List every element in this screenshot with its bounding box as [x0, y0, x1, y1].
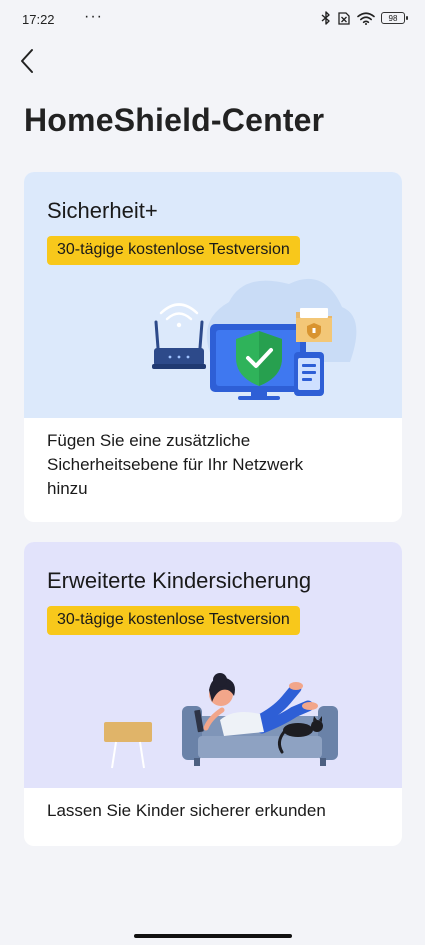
chevron-left-icon [21, 49, 33, 73]
security-plus-title: Sicherheit+ [47, 198, 158, 223]
back-button[interactable] [14, 46, 44, 76]
status-bar: 17:22 ··· 98 [0, 0, 425, 40]
security-plus-banner: Sicherheit+ 30-tägige kostenlose Testver… [24, 172, 402, 418]
locked-folder-icon [296, 308, 332, 342]
page-title: HomeShield-Center [24, 102, 325, 138]
more-notifications-icon: ··· [84, 8, 103, 25]
wifi-icon [357, 11, 375, 25]
battery-icon: 98 [381, 12, 408, 24]
router-icon [152, 303, 206, 369]
no-sim-icon [338, 11, 350, 25]
side-table-icon [104, 722, 152, 769]
trial-badge: 30-tägige kostenlose Testversion [47, 236, 300, 265]
security-plus-description: Fügen Sie eine zusätzliche Sicherheitseb… [47, 431, 304, 498]
status-time: 17:22 [22, 12, 55, 27]
trial-badge: 30-tägige kostenlose Testversion [47, 606, 300, 635]
parental-controls-description: Lassen Sie Kinder sicherer erkunden [47, 801, 326, 820]
bluetooth-icon [321, 11, 330, 25]
home-indicator[interactable] [134, 934, 292, 938]
parental-controls-title: Erweiterte Kindersicherung [47, 568, 312, 593]
parental-controls-banner: Erweiterte Kindersicherung 30-tägige kos… [24, 542, 402, 788]
phone-icon [294, 352, 324, 396]
status-icons: 98 [321, 11, 408, 25]
security-plus-card[interactable]: Sicherheit+ 30-tägige kostenlose Testver… [24, 172, 402, 522]
parental-controls-card[interactable]: Erweiterte Kindersicherung 30-tägige kos… [24, 542, 402, 846]
